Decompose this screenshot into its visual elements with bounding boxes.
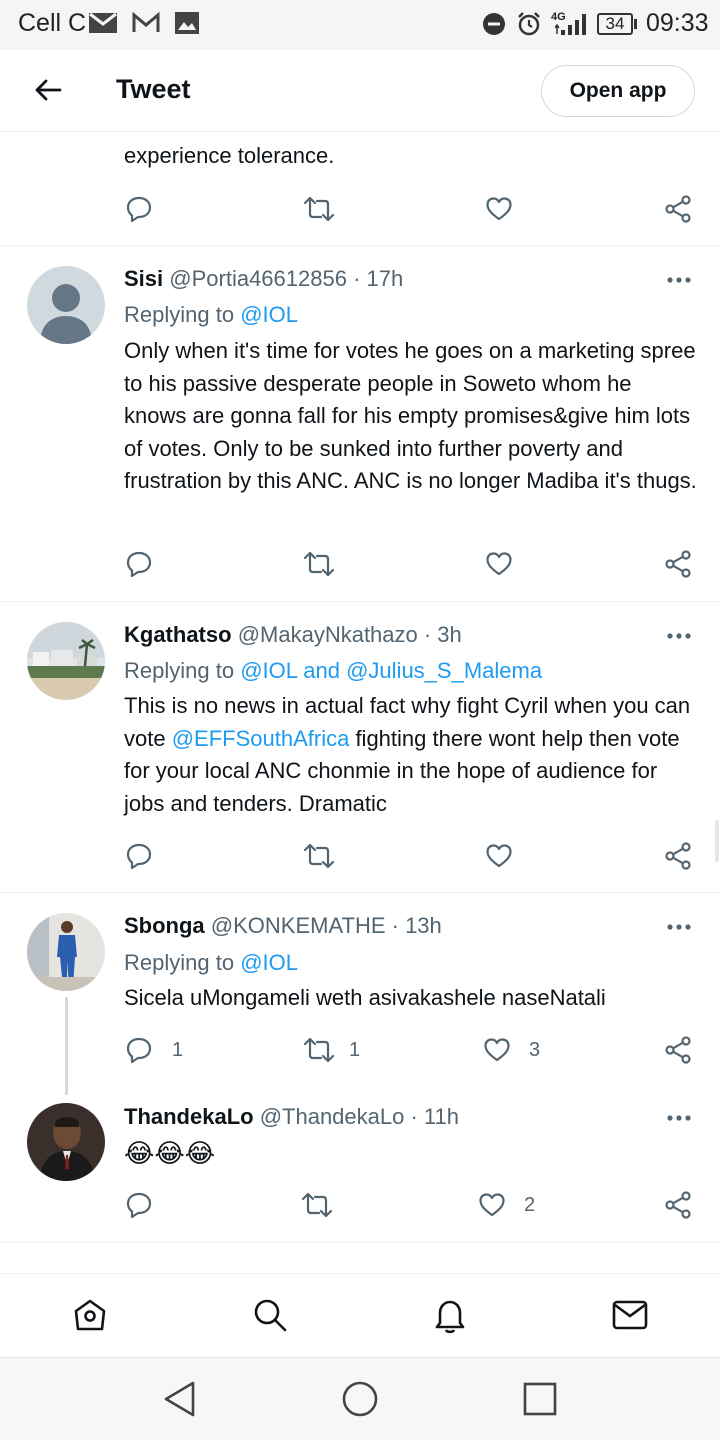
thread-connector-line [65, 997, 68, 1095]
replying-to: Replying to @IOL [124, 302, 298, 328]
tweet-text: Sicela uMongameli weth asivakashele nase… [124, 985, 606, 1010]
clock: 09:33 [646, 9, 709, 37]
reply-icon[interactable] [125, 842, 153, 870]
avatar-man-portrait[interactable] [27, 1103, 105, 1181]
display-name[interactable]: Sbonga [124, 913, 205, 938]
carrier-name: Cell C [18, 9, 87, 37]
like-count: 3 [529, 1039, 541, 1061]
reply-icon[interactable] [125, 195, 153, 223]
retweet-icon[interactable] [303, 1036, 335, 1064]
search-icon[interactable] [252, 1297, 288, 1333]
system-recents-icon[interactable] [522, 1381, 558, 1417]
bottom-navigation [0, 1273, 720, 1357]
more-options-icon[interactable] [666, 275, 692, 285]
top-tweet-text: experience tolerance. [124, 143, 335, 168]
reply-count: 1 [172, 1039, 184, 1061]
battery-level: 34 [605, 14, 625, 33]
divider [0, 1242, 720, 1243]
author-line: Sisi @Portia46612856 · 17h [124, 266, 403, 292]
handle-and-time[interactable]: @Portia46612856 · 17h [169, 266, 403, 291]
battery-indicator: 34 [597, 13, 633, 35]
like-heart-icon[interactable] [485, 195, 513, 223]
reply-icon[interactable] [125, 550, 153, 578]
system-home-icon[interactable] [341, 1380, 379, 1418]
retweet-icon[interactable] [303, 195, 335, 223]
system-back-icon[interactable] [162, 1380, 198, 1418]
bell-icon[interactable] [432, 1297, 468, 1335]
top-header: Tweet Open app [0, 50, 720, 132]
more-options-icon[interactable] [666, 631, 692, 641]
tweet-text: This is no news in actual fact why fight… [124, 690, 699, 820]
retweet-count: 1 [349, 1039, 361, 1061]
display-name[interactable]: ThandekaLo [124, 1104, 254, 1129]
retweet-icon[interactable] [303, 550, 335, 578]
beach-photo [27, 622, 105, 700]
divider [0, 601, 720, 602]
like-heart-icon[interactable] [485, 550, 513, 578]
replying-prefix: Replying to [124, 950, 241, 975]
divider [0, 245, 720, 246]
share-icon[interactable] [664, 550, 692, 578]
like-heart-icon[interactable] [485, 842, 513, 870]
author-line: Sbonga @KONKEMATHE · 13h [124, 913, 442, 939]
scrollbar-thumb[interactable] [715, 820, 719, 862]
display-name[interactable]: Kgathatso [124, 622, 232, 647]
handle-and-time[interactable]: @MakayNkathazo · 3h [238, 622, 462, 647]
divider [0, 892, 720, 893]
handle-and-time[interactable]: @KONKEMATHE · 13h [211, 913, 442, 938]
default-profile-icon [40, 284, 92, 344]
tweet-text: 😂😂😂 [124, 1138, 216, 1168]
system-navigation-bar [0, 1357, 720, 1440]
status-bar: Cell C 4G 34 09:33 [0, 0, 720, 50]
retweet-icon[interactable] [301, 1191, 333, 1219]
like-count: 2 [524, 1194, 536, 1216]
mail-icon[interactable] [612, 1299, 648, 1331]
replying-prefix: Replying to [124, 658, 241, 683]
avatar-beach[interactable] [27, 622, 105, 700]
avatar-default[interactable] [27, 266, 105, 344]
mention-link[interactable]: @EFFSouthAfrica [172, 726, 350, 751]
mail-notification-icon [89, 12, 117, 33]
tweet-text: Only when it's time for votes he goes on… [124, 338, 697, 493]
handle-and-time[interactable]: @ThandekaLo · 11h [260, 1104, 459, 1129]
retweet-icon[interactable] [303, 842, 335, 870]
alarm-icon [518, 12, 540, 36]
gmail-notification-icon [132, 11, 160, 32]
replying-to-link[interactable]: @IOL [240, 950, 298, 975]
share-icon[interactable] [664, 1036, 692, 1064]
reply-icon[interactable] [125, 1191, 153, 1219]
author-line: Kgathatso @MakayNkathazo · 3h [124, 622, 462, 648]
battery-tip [634, 19, 637, 29]
home-icon[interactable] [72, 1297, 108, 1333]
author-line: ThandekaLo @ThandekaLo · 11h [124, 1104, 459, 1130]
page-title: Tweet [116, 74, 191, 104]
signal-icon [555, 14, 586, 35]
replying-to: Replying to @IOL [124, 950, 298, 976]
share-icon[interactable] [664, 195, 692, 223]
replying-to-link[interactable]: @IOL and @Julius_S_Malema [240, 658, 542, 683]
do-not-disturb-icon [483, 13, 505, 35]
replying-to-link[interactable]: @IOL [240, 302, 298, 327]
like-heart-icon[interactable] [483, 1036, 511, 1064]
display-name[interactable]: Sisi [124, 266, 163, 291]
like-heart-icon[interactable] [478, 1191, 506, 1219]
avatar-person-blue-suit[interactable] [27, 913, 105, 991]
open-app-button[interactable]: Open app [541, 65, 695, 117]
share-icon[interactable] [664, 1191, 692, 1219]
share-icon[interactable] [664, 842, 692, 870]
more-options-icon[interactable] [666, 1113, 692, 1123]
portrait-photo [27, 1103, 105, 1181]
reply-icon[interactable] [125, 1036, 153, 1064]
replying-prefix: Replying to [124, 302, 241, 327]
gallery-notification-icon [175, 12, 199, 34]
replying-to: Replying to @IOL and @Julius_S_Malema [124, 658, 542, 684]
back-arrow-icon[interactable] [30, 72, 66, 108]
more-options-icon[interactable] [666, 922, 692, 932]
person-photo [27, 913, 105, 991]
